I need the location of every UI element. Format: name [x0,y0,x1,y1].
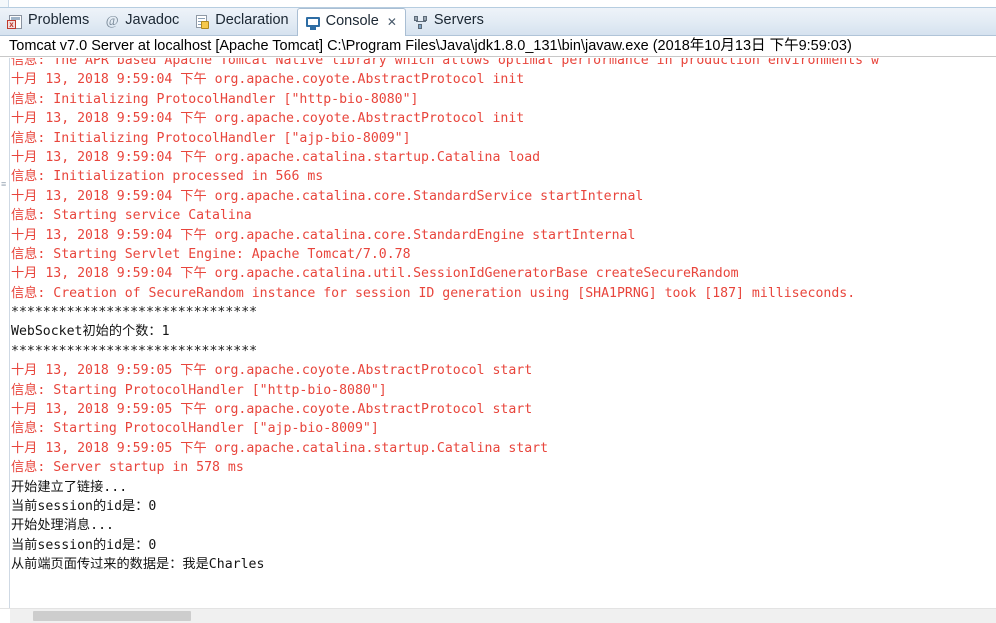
tab-console[interactable]: Console ✕ [296,8,406,36]
tab-declaration-label: Declaration [215,12,289,29]
console-line: 信息: Server startup in 578 ms [11,460,244,476]
console-line: 信息: Initialization processed in 566 ms [11,169,324,185]
console-line: 十月 13, 2018 9:59:05 下午 org.apache.catali… [11,440,549,456]
console-line: 开始处理消息... [11,518,114,534]
console-gutter: ≡ [0,58,10,608]
eclipse-console-view: x Problems @ Javadoc Declaration Console… [0,0,996,623]
console-line: 信息: Starting service Catalina [11,208,252,224]
console-icon [305,15,321,31]
tab-javadoc[interactable]: @ Javadoc [97,8,187,35]
horizontal-scrollbar-thumb[interactable] [33,611,191,621]
console-line: 十月 13, 2018 9:59:04 下午 org.apache.coyote… [11,111,525,127]
problems-icon: x [7,14,23,30]
console-line: 信息: Creation of SecureRandom instance fo… [11,285,856,301]
declaration-icon [194,14,210,30]
console-line: 开始建立了链接... [11,479,128,495]
console-line: 信息: Initializing ProtocolHandler ["http-… [11,91,419,107]
console-line: 信息: Starting Servlet Engine: Apache Tomc… [11,246,411,262]
console-line: 十月 13, 2018 9:59:04 下午 org.apache.catali… [11,149,541,165]
console-output-area[interactable]: ≡ 信息: The APR based Apache Tomcat Native… [0,58,996,608]
scrollbar-left-pad [0,609,10,623]
tab-servers-label: Servers [433,12,484,29]
horizontal-scrollbar[interactable] [0,608,996,623]
console-line: 十月 13, 2018 9:59:04 下午 org.apache.coyote… [11,72,525,88]
console-line-list: 信息: The APR based Apache Tomcat Native l… [11,58,996,575]
console-line: ******************************* [11,305,258,321]
console-line: WebSocket初始的个数：1 [11,324,170,340]
console-line: 十月 13, 2018 9:59:05 下午 org.apache.coyote… [11,363,533,379]
javadoc-icon: @ [105,13,119,29]
console-line: 信息: The APR based Apache Tomcat Native l… [11,58,879,68]
console-line: 十月 13, 2018 9:59:04 下午 org.apache.catali… [11,188,644,204]
console-line: 十月 13, 2018 9:59:04 下午 org.apache.catali… [11,266,739,282]
console-line: 信息: Initializing ProtocolHandler ["ajp-b… [11,130,411,146]
servers-icon [413,14,429,30]
console-line: 十月 13, 2018 9:59:04 下午 org.apache.catali… [11,227,636,243]
console-line: 当前session的id是：0 [11,537,157,553]
console-line: 信息: Starting ProtocolHandler ["http-bio-… [11,382,387,398]
tab-servers[interactable]: Servers [406,8,492,35]
gutter-marker-icon: ≡ [1,179,7,189]
tab-javadoc-label: Javadoc [125,12,180,29]
console-line: 从前端页面传过来的数据是：我是Charles [11,557,265,573]
tab-declaration[interactable]: Declaration [187,8,296,35]
console-line: 当前session的id是：0 [11,498,157,514]
tab-problems[interactable]: x Problems [0,8,97,35]
tab-problems-label: Problems [28,12,90,29]
view-tab-bar: x Problems @ Javadoc Declaration Console… [0,8,996,36]
console-line: 信息: Starting ProtocolHandler ["ajp-bio-8… [11,421,379,437]
tab-console-label: Console [325,13,379,30]
console-process-title: Tomcat v7.0 Server at localhost [Apache … [0,36,996,57]
console-line: 十月 13, 2018 9:59:05 下午 org.apache.coyote… [11,402,533,418]
close-icon[interactable]: ✕ [387,16,397,28]
console-line: ******************************* [11,343,258,359]
